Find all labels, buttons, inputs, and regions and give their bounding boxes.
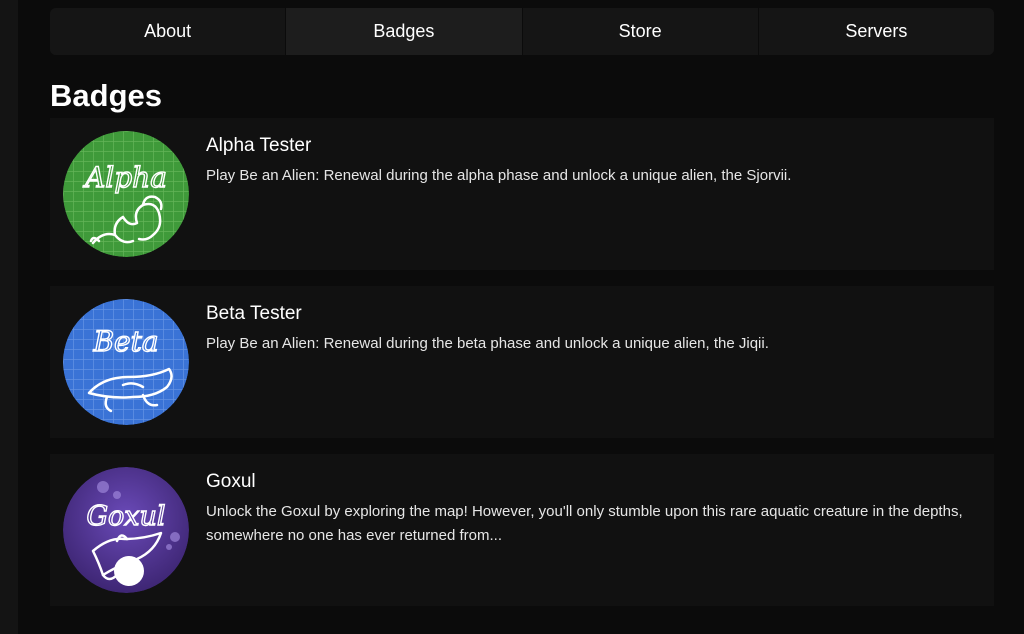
tab-servers[interactable]: Servers xyxy=(758,8,994,55)
badge-description: Unlock the Goxul by exploring the map! H… xyxy=(206,503,963,544)
badge-card-goxul: Goxul Goxul Unlock the Goxul by explorin… xyxy=(50,454,994,606)
badge-name: Alpha Tester xyxy=(206,135,312,156)
beta-badge-image: Beta xyxy=(63,299,189,425)
tab-badges[interactable]: Badges xyxy=(286,8,523,55)
badge-list: Alpha Alpha Tester Play Be an Alien: Ren… xyxy=(50,118,994,606)
badge-text: Goxul Unlock the Goxul by exploring the … xyxy=(206,471,994,606)
badge-description: Play Be an Alien: Renewal during the bet… xyxy=(206,335,769,352)
alpha-badge-image: Alpha xyxy=(63,131,189,257)
badge-text: Alpha Tester Play Be an Alien: Renewal d… xyxy=(206,135,807,270)
page-title: Badges xyxy=(50,78,162,113)
main-content: About Badges Store Servers Badges Alpha xyxy=(50,8,994,622)
badge-name: Goxul xyxy=(206,471,256,492)
badge-text: Beta Tester Play Be an Alien: Renewal du… xyxy=(206,303,785,438)
left-rail xyxy=(0,0,18,634)
tab-bar: About Badges Store Servers xyxy=(50,8,994,55)
badge-name: Beta Tester xyxy=(206,303,302,324)
tab-store[interactable]: Store xyxy=(522,8,759,55)
svg-text:Goxul: Goxul xyxy=(86,501,165,532)
svg-text:Alpha: Alpha xyxy=(82,161,167,194)
svg-text:Beta: Beta xyxy=(92,325,158,358)
badge-description: Play Be an Alien: Renewal during the alp… xyxy=(206,167,792,184)
badge-card-alpha-tester: Alpha Alpha Tester Play Be an Alien: Ren… xyxy=(50,118,994,270)
badge-card-beta-tester: Beta Beta Tester Play Be an Alien: Renew… xyxy=(50,286,994,438)
goxul-badge-image: Goxul xyxy=(63,467,189,593)
tab-about[interactable]: About xyxy=(50,8,287,55)
